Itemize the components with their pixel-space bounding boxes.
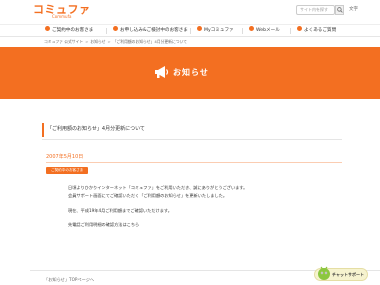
mail-icon bbox=[249, 26, 254, 31]
chat-support-label: チャットサポート bbox=[332, 272, 364, 277]
nav-item-faq[interactable]: よくあるご質問 bbox=[297, 25, 336, 37]
breadcrumb-home[interactable]: コミュファ 公式サイト bbox=[44, 39, 83, 44]
title-accent bbox=[42, 123, 44, 137]
nav-divider bbox=[190, 28, 191, 34]
logo-sub: Commufa bbox=[52, 14, 72, 19]
category-badge: ご契約中のお客さま bbox=[46, 167, 89, 174]
dot-icon bbox=[113, 26, 118, 31]
chat-support-button[interactable]: チャットサポート bbox=[314, 266, 368, 281]
usage-detail-link[interactable]: 先電話ご利用明細の確認方法はこちら bbox=[68, 222, 139, 228]
nav-divider bbox=[242, 28, 243, 34]
nav-divider bbox=[106, 28, 107, 34]
mascot-icon bbox=[318, 266, 330, 280]
megaphone-icon bbox=[155, 66, 169, 78]
font-size-link[interactable]: 文字 bbox=[349, 7, 358, 13]
divider bbox=[42, 139, 342, 140]
breadcrumb-separator: > bbox=[85, 39, 89, 44]
nav-item-webmail[interactable]: Webメール bbox=[249, 25, 280, 37]
nav-divider bbox=[290, 28, 291, 34]
heart-icon bbox=[197, 26, 202, 31]
notice-paragraph: 会員サポート画面にてご確認いただく「ご利用額のお知らせ」を更新いたしました。 bbox=[68, 193, 228, 198]
dot-icon bbox=[45, 26, 50, 31]
notice-date: 2007年5月10日 bbox=[46, 154, 84, 160]
page-banner: お知らせ bbox=[0, 47, 380, 99]
breadcrumb: コミュファ 公式サイト > お知らせ > 「ご利用額のお知らせ」4月分更新について bbox=[44, 39, 187, 45]
nav-item-customers[interactable]: ご契約中のお客さま bbox=[45, 25, 93, 37]
notice-paragraph: 現在、平成19年4月ご利用額までご確認いただけます。 bbox=[68, 208, 172, 213]
notice-title: 「ご利用額のお知らせ」4月分更新について bbox=[47, 126, 145, 132]
notice-paragraph: 日頃よりひかりインターネット「コミュファ」をご利用いただき、誠にありがとうござい… bbox=[68, 185, 248, 190]
header: コミュファ Commufa サイト内を探す 文字 bbox=[0, 0, 380, 24]
breadcrumb-separator: > bbox=[107, 39, 111, 44]
question-icon bbox=[297, 26, 302, 31]
breadcrumb-news[interactable]: お知らせ bbox=[90, 39, 105, 44]
nav-item-apply[interactable]: お申し込み&ご検討中のお客さま bbox=[113, 25, 188, 37]
search-button[interactable] bbox=[335, 5, 344, 15]
back-to-news-link[interactable]: 「お知らせ」TOPページへ bbox=[44, 277, 94, 283]
nav-item-mycommufa[interactable]: Myコミュファ bbox=[197, 25, 234, 37]
page-title: お知らせ bbox=[173, 68, 209, 77]
divider bbox=[46, 162, 342, 163]
search-icon bbox=[336, 7, 343, 13]
breadcrumb-current: 「ご利用額のお知らせ」4月分更新について bbox=[112, 39, 188, 44]
main-nav: ご契約中のお客さま お申し込み&ご検討中のお客さま Myコミュファ Webメール… bbox=[0, 24, 380, 37]
search-input[interactable]: サイト内を探す bbox=[296, 5, 335, 15]
